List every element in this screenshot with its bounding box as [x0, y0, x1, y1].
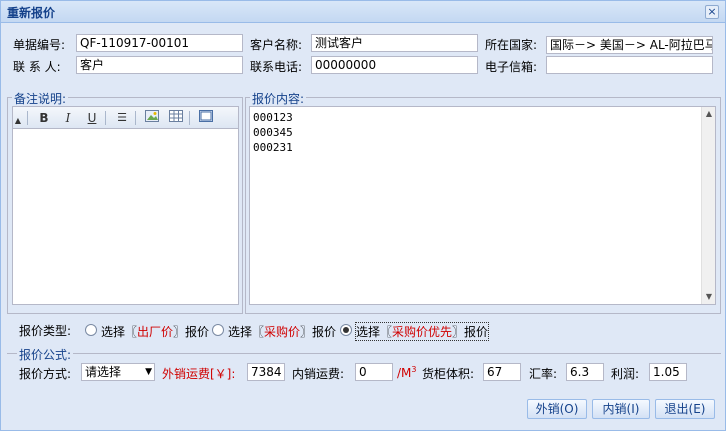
- export-button[interactable]: 外销(O): [527, 399, 587, 419]
- unit-label: /M3: [397, 365, 417, 380]
- option-purchase-price-label[interactable]: 选择〖采购价〗报价: [228, 323, 336, 340]
- table-icon[interactable]: [167, 110, 185, 126]
- quote-type-label: 报价类型:: [19, 324, 72, 338]
- domestic-button[interactable]: 内销(I): [592, 399, 650, 419]
- method-label: 报价方式:: [19, 367, 72, 381]
- scroll-down-icon[interactable]: ▼: [704, 292, 714, 302]
- toolbar-collapse-icon[interactable]: ▲: [13, 113, 23, 129]
- domestic-freight-field[interactable]: 0: [355, 363, 393, 381]
- quote-line: 000123: [253, 111, 293, 124]
- list-icon[interactable]: ☰: [113, 110, 131, 126]
- contact-label: 联 系 人:: [13, 60, 61, 74]
- method-select-value: 请选择: [85, 365, 122, 379]
- phone-label: 联系电话:: [250, 60, 303, 74]
- radio-factory-price[interactable]: [85, 324, 97, 336]
- export-freight-field[interactable]: 7384: [247, 363, 285, 381]
- profit-label: 利润:: [611, 367, 640, 381]
- radio-purchase-price[interactable]: [212, 324, 224, 336]
- bill-no-field[interactable]: QF-110917-00101: [76, 34, 243, 52]
- phone-field[interactable]: 00000000: [311, 56, 478, 74]
- image-icon[interactable]: [143, 110, 161, 126]
- formula-legend: 报价公式:: [17, 346, 74, 363]
- rate-field[interactable]: 6.3: [566, 363, 604, 381]
- close-icon[interactable]: ×: [705, 5, 719, 19]
- source-view-icon[interactable]: [197, 110, 215, 126]
- quote-line: 000345: [253, 126, 293, 139]
- customer-name-field[interactable]: 测试客户: [311, 34, 478, 52]
- bill-no-label: 单据编号:: [13, 38, 66, 52]
- radio-purchase-first[interactable]: [340, 324, 352, 336]
- country-label: 所在国家:: [485, 38, 538, 52]
- profit-field[interactable]: 1.05: [649, 363, 687, 381]
- bold-icon[interactable]: B: [35, 110, 53, 126]
- quote-line: 000231: [253, 141, 293, 154]
- email-field[interactable]: [546, 56, 713, 74]
- volume-field[interactable]: 67: [483, 363, 521, 381]
- editor-toolbar: ▲ B I U ☰: [13, 107, 238, 129]
- rate-label: 汇率:: [529, 367, 558, 381]
- remarks-editor[interactable]: ▲ B I U ☰: [12, 106, 239, 305]
- quote-content-legend: 报价内容:: [250, 90, 307, 107]
- exit-button[interactable]: 退出(E): [655, 399, 715, 419]
- vertical-scrollbar[interactable]: ▲ ▼: [701, 107, 715, 304]
- option-factory-price-label[interactable]: 选择〖出厂价〗报价: [101, 323, 209, 340]
- contact-field[interactable]: 客户: [76, 56, 243, 74]
- domestic-freight-label: 内销运费:: [292, 367, 345, 381]
- underline-icon[interactable]: U: [83, 110, 101, 126]
- volume-label: 货柜体积:: [422, 367, 475, 381]
- title-bar[interactable]: 重新报价 ×: [1, 1, 725, 23]
- italic-icon[interactable]: I: [59, 110, 77, 126]
- dialog-title: 重新报价: [7, 6, 56, 20]
- export-freight-label: 外销运费[￥]:: [162, 367, 236, 381]
- scroll-up-icon[interactable]: ▲: [704, 109, 714, 119]
- option-purchase-first-label[interactable]: 选择〖采购价优先〗报价: [354, 322, 490, 341]
- chevron-down-icon: ▼: [145, 367, 152, 377]
- quote-dialog: 重新报价 × 单据编号: QF-110917-00101 客户名称: 测试客户 …: [0, 0, 726, 431]
- remarks-legend: 备注说明:: [12, 90, 69, 107]
- customer-name-label: 客户名称:: [250, 38, 303, 52]
- method-select[interactable]: 请选择 ▼: [81, 363, 155, 381]
- email-label: 电子信箱:: [485, 60, 538, 74]
- quote-content-textarea[interactable]: 000123 000345 000231 ▲ ▼: [249, 106, 716, 305]
- country-field[interactable]: 国际－> 美国－> AL-阿拉巴马: [546, 36, 713, 54]
